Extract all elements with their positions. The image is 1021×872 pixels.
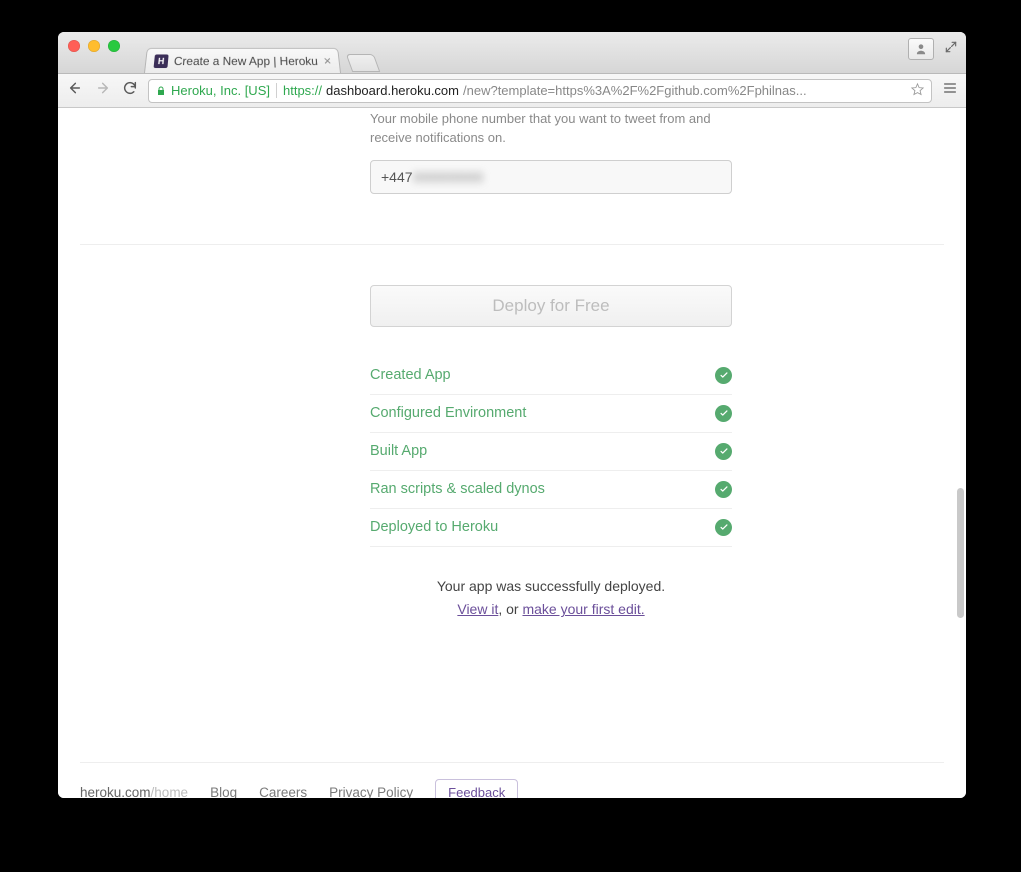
back-button[interactable] bbox=[66, 80, 82, 101]
bookmark-star-icon[interactable] bbox=[910, 82, 925, 100]
browser-tab[interactable]: Create a New App | Heroku × bbox=[144, 48, 341, 73]
page-viewport: Your mobile phone number that you want t… bbox=[58, 108, 966, 798]
browser-window: Create a New App | Heroku × Heroku, Inc.… bbox=[58, 32, 966, 798]
deploy-column: Deploy for Free Created App Configured E… bbox=[370, 285, 732, 623]
heroku-favicon-icon bbox=[154, 54, 169, 68]
person-icon bbox=[914, 42, 928, 56]
phone-field-group: Your mobile phone number that you want t… bbox=[370, 108, 732, 194]
deploy-step: Deployed to Heroku bbox=[370, 509, 732, 547]
section-divider bbox=[80, 244, 944, 245]
deploy-step-label: Created App bbox=[370, 367, 451, 383]
deploy-step: Built App bbox=[370, 433, 732, 471]
deploy-button[interactable]: Deploy for Free bbox=[370, 285, 732, 327]
deploy-button-label: Deploy for Free bbox=[492, 296, 609, 316]
view-it-link[interactable]: View it bbox=[457, 601, 498, 617]
deploy-step: Configured Environment bbox=[370, 395, 732, 433]
profile-button[interactable] bbox=[908, 38, 934, 60]
footer-link-blog[interactable]: Blog bbox=[210, 785, 237, 798]
success-mid-text: , or bbox=[498, 601, 522, 617]
hamburger-menu-icon[interactable] bbox=[942, 80, 958, 101]
url-path: /new?template=https%3A%2F%2Fgithub.com%2… bbox=[463, 83, 807, 98]
tab-title: Create a New App | Heroku bbox=[173, 54, 318, 68]
close-tab-icon[interactable]: × bbox=[323, 54, 332, 67]
footer-link-careers[interactable]: Careers bbox=[259, 785, 307, 798]
page-footer: heroku.com/home Blog Careers Privacy Pol… bbox=[80, 762, 944, 798]
phone-field-description: Your mobile phone number that you want t… bbox=[370, 110, 732, 148]
close-window-button[interactable] bbox=[68, 40, 80, 52]
footer-brand[interactable]: heroku.com/home bbox=[80, 785, 188, 798]
url-protocol: https:// bbox=[283, 83, 322, 98]
check-icon bbox=[715, 405, 732, 422]
minimize-window-button[interactable] bbox=[88, 40, 100, 52]
fullscreen-icon[interactable] bbox=[944, 40, 958, 59]
lock-icon bbox=[155, 85, 167, 97]
phone-value-visible: +447 bbox=[381, 169, 413, 185]
deploy-step: Created App bbox=[370, 357, 732, 395]
traffic-lights bbox=[68, 40, 120, 52]
deploy-step-label: Deployed to Heroku bbox=[370, 519, 498, 535]
ev-cert-label: Heroku, Inc. [US] bbox=[171, 83, 277, 98]
check-icon bbox=[715, 367, 732, 384]
footer-brand-prefix: heroku.com bbox=[80, 785, 151, 798]
address-bar[interactable]: Heroku, Inc. [US] https:// dashboard.her… bbox=[148, 79, 932, 103]
feedback-button[interactable]: Feedback bbox=[435, 779, 518, 798]
check-icon bbox=[715, 519, 732, 536]
zoom-window-button[interactable] bbox=[108, 40, 120, 52]
success-line: Your app was successfully deployed. bbox=[370, 575, 732, 599]
new-tab-button[interactable] bbox=[346, 54, 381, 72]
footer-link-privacy[interactable]: Privacy Policy bbox=[329, 785, 413, 798]
reload-button[interactable] bbox=[122, 80, 138, 101]
deploy-step-label: Built App bbox=[370, 443, 427, 459]
first-edit-link[interactable]: make your first edit. bbox=[522, 601, 644, 617]
check-icon bbox=[715, 443, 732, 460]
nav-arrows bbox=[66, 80, 112, 101]
success-message: Your app was successfully deployed. View… bbox=[370, 575, 732, 623]
scrollbar-thumb[interactable] bbox=[957, 488, 964, 618]
tab-strip: Create a New App | Heroku × bbox=[144, 32, 377, 73]
footer-brand-suffix: /home bbox=[151, 785, 189, 798]
forward-button bbox=[96, 80, 112, 101]
check-icon bbox=[715, 481, 732, 498]
phone-input[interactable]: +44700000000 bbox=[370, 160, 732, 194]
phone-value-masked: 00000000 bbox=[414, 169, 484, 185]
page-scroll[interactable]: Your mobile phone number that you want t… bbox=[58, 108, 966, 798]
deploy-step: Ran scripts & scaled dynos bbox=[370, 471, 732, 509]
deploy-step-label: Ran scripts & scaled dynos bbox=[370, 481, 545, 497]
deploy-step-label: Configured Environment bbox=[370, 405, 526, 421]
window-titlebar: Create a New App | Heroku × bbox=[58, 32, 966, 74]
browser-toolbar: Heroku, Inc. [US] https:// dashboard.her… bbox=[58, 74, 966, 108]
titlebar-right bbox=[908, 38, 958, 60]
url-host: dashboard.heroku.com bbox=[326, 83, 459, 98]
